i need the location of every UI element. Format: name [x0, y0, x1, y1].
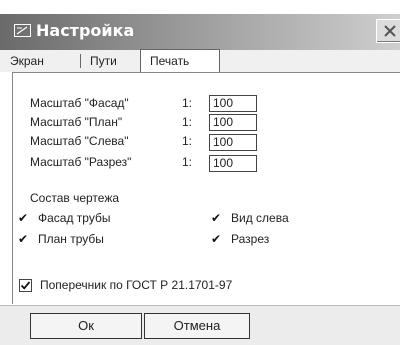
checkmark-icon: ✔ — [211, 232, 222, 246]
scale-left-field[interactable]: 100 — [209, 134, 257, 151]
checkbox-plan-pipe-label: План трубы — [38, 232, 104, 246]
scale-facade-field[interactable]: 100 — [209, 95, 257, 112]
scale-section-prefix: 1: — [182, 155, 193, 169]
composition-heading: Состав чертежа — [30, 191, 120, 205]
checkmark-icon: ✔ — [211, 211, 222, 225]
tab-divider — [80, 54, 81, 68]
tab-print[interactable]: Печать — [150, 52, 189, 70]
drawing-tool-icon — [14, 24, 31, 37]
close-button[interactable] — [376, 19, 400, 43]
scale-plan-prefix: 1: — [182, 115, 193, 129]
tab-paths[interactable]: Пути — [90, 52, 117, 70]
checkmark-icon: ✔ — [18, 232, 29, 246]
checkmark-icon — [20, 281, 31, 290]
checkbox-facade-pipe-label: Фасад трубы — [38, 211, 111, 225]
close-icon — [384, 25, 396, 37]
scale-facade-prefix: 1: — [182, 96, 193, 110]
gost-label: Поперечник по ГОСТ Р 21.1701-97 — [40, 278, 233, 292]
checkbox-left-view-label: Вид слева — [231, 211, 289, 225]
scale-facade-label: Масштаб "Фасад" — [30, 96, 129, 110]
scale-section-label: Масштаб "Разрез" — [30, 155, 132, 169]
scale-plan-label: Масштаб "План" — [30, 115, 123, 129]
cancel-button[interactable]: Отмена — [144, 313, 250, 339]
scale-left-prefix: 1: — [182, 134, 193, 148]
tab-screen[interactable]: Экран — [10, 52, 44, 70]
checkbox-section-label: Разрез — [231, 232, 270, 246]
scale-plan-field[interactable]: 100 — [209, 114, 257, 131]
title-bar: Настройка — [0, 14, 400, 50]
scale-section-field[interactable]: 100 — [209, 155, 257, 172]
ok-button[interactable]: Ок — [30, 313, 142, 339]
gost-checkbox-box[interactable] — [19, 279, 32, 292]
scale-left-label: Масштаб "Слева" — [30, 134, 129, 148]
window-title: Настройка — [36, 21, 135, 40]
settings-dialog: Настройка Экран Пути Печать Масштаб "Фас… — [0, 0, 400, 345]
checkmark-icon: ✔ — [18, 211, 29, 225]
